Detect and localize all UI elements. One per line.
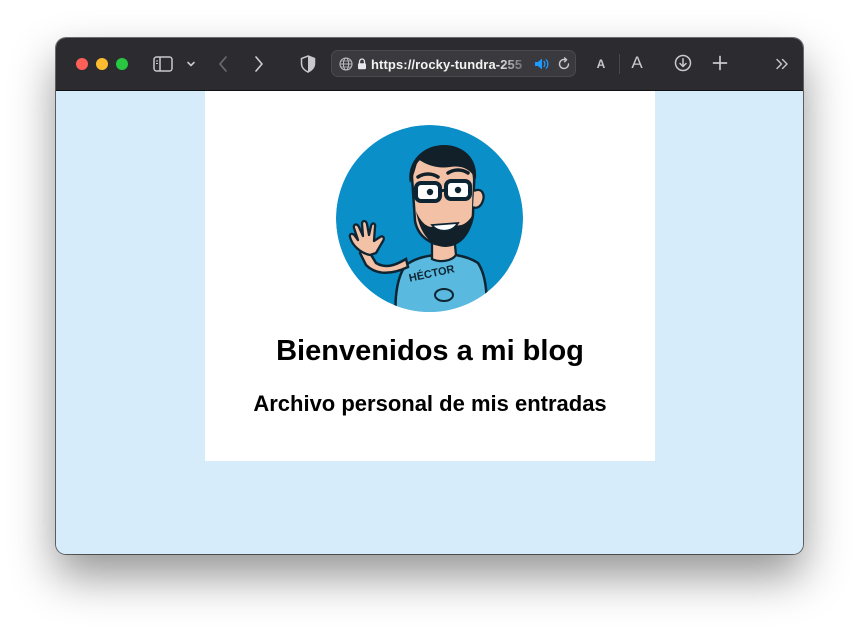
avatar: HÉCTOR [336,125,523,312]
back-icon[interactable] [214,54,232,74]
url-fade [497,51,537,76]
zoom-window-button[interactable] [116,58,128,70]
double-chevron-icon[interactable] [773,55,791,73]
plus-icon[interactable] [710,53,730,73]
text-smaller-button[interactable]: A [594,55,608,73]
reload-icon[interactable] [556,56,572,72]
shield-icon[interactable] [298,53,318,75]
page-content: HÉCTOR Bienvenidos a mi blog Archivo per… [56,91,803,554]
download-icon[interactable] [673,53,693,73]
page-title: Bienvenidos a mi blog [276,335,584,367]
browser-toolbar: https://rocky-tundra-255 A A [56,38,803,91]
chevron-down-icon[interactable] [184,56,198,72]
speaker-icon[interactable] [534,56,550,72]
address-bar[interactable]: https://rocky-tundra-255 [331,50,576,77]
text-larger-button[interactable]: A [628,52,646,74]
toolbar-divider [619,54,620,74]
sidebar-icon[interactable] [152,54,174,74]
browser-window: https://rocky-tundra-255 A A HÉCTOR Bien… [56,38,803,554]
forward-icon[interactable] [250,54,268,74]
close-window-button[interactable] [76,58,88,70]
lock-icon [356,57,368,71]
page-subtitle: Archivo personal de mis entradas [253,391,607,416]
minimize-window-button[interactable] [96,58,108,70]
globe-icon [338,56,354,72]
avatar-illustration: HÉCTOR [336,125,523,312]
header-card: HÉCTOR Bienvenidos a mi blog Archivo per… [205,91,655,461]
